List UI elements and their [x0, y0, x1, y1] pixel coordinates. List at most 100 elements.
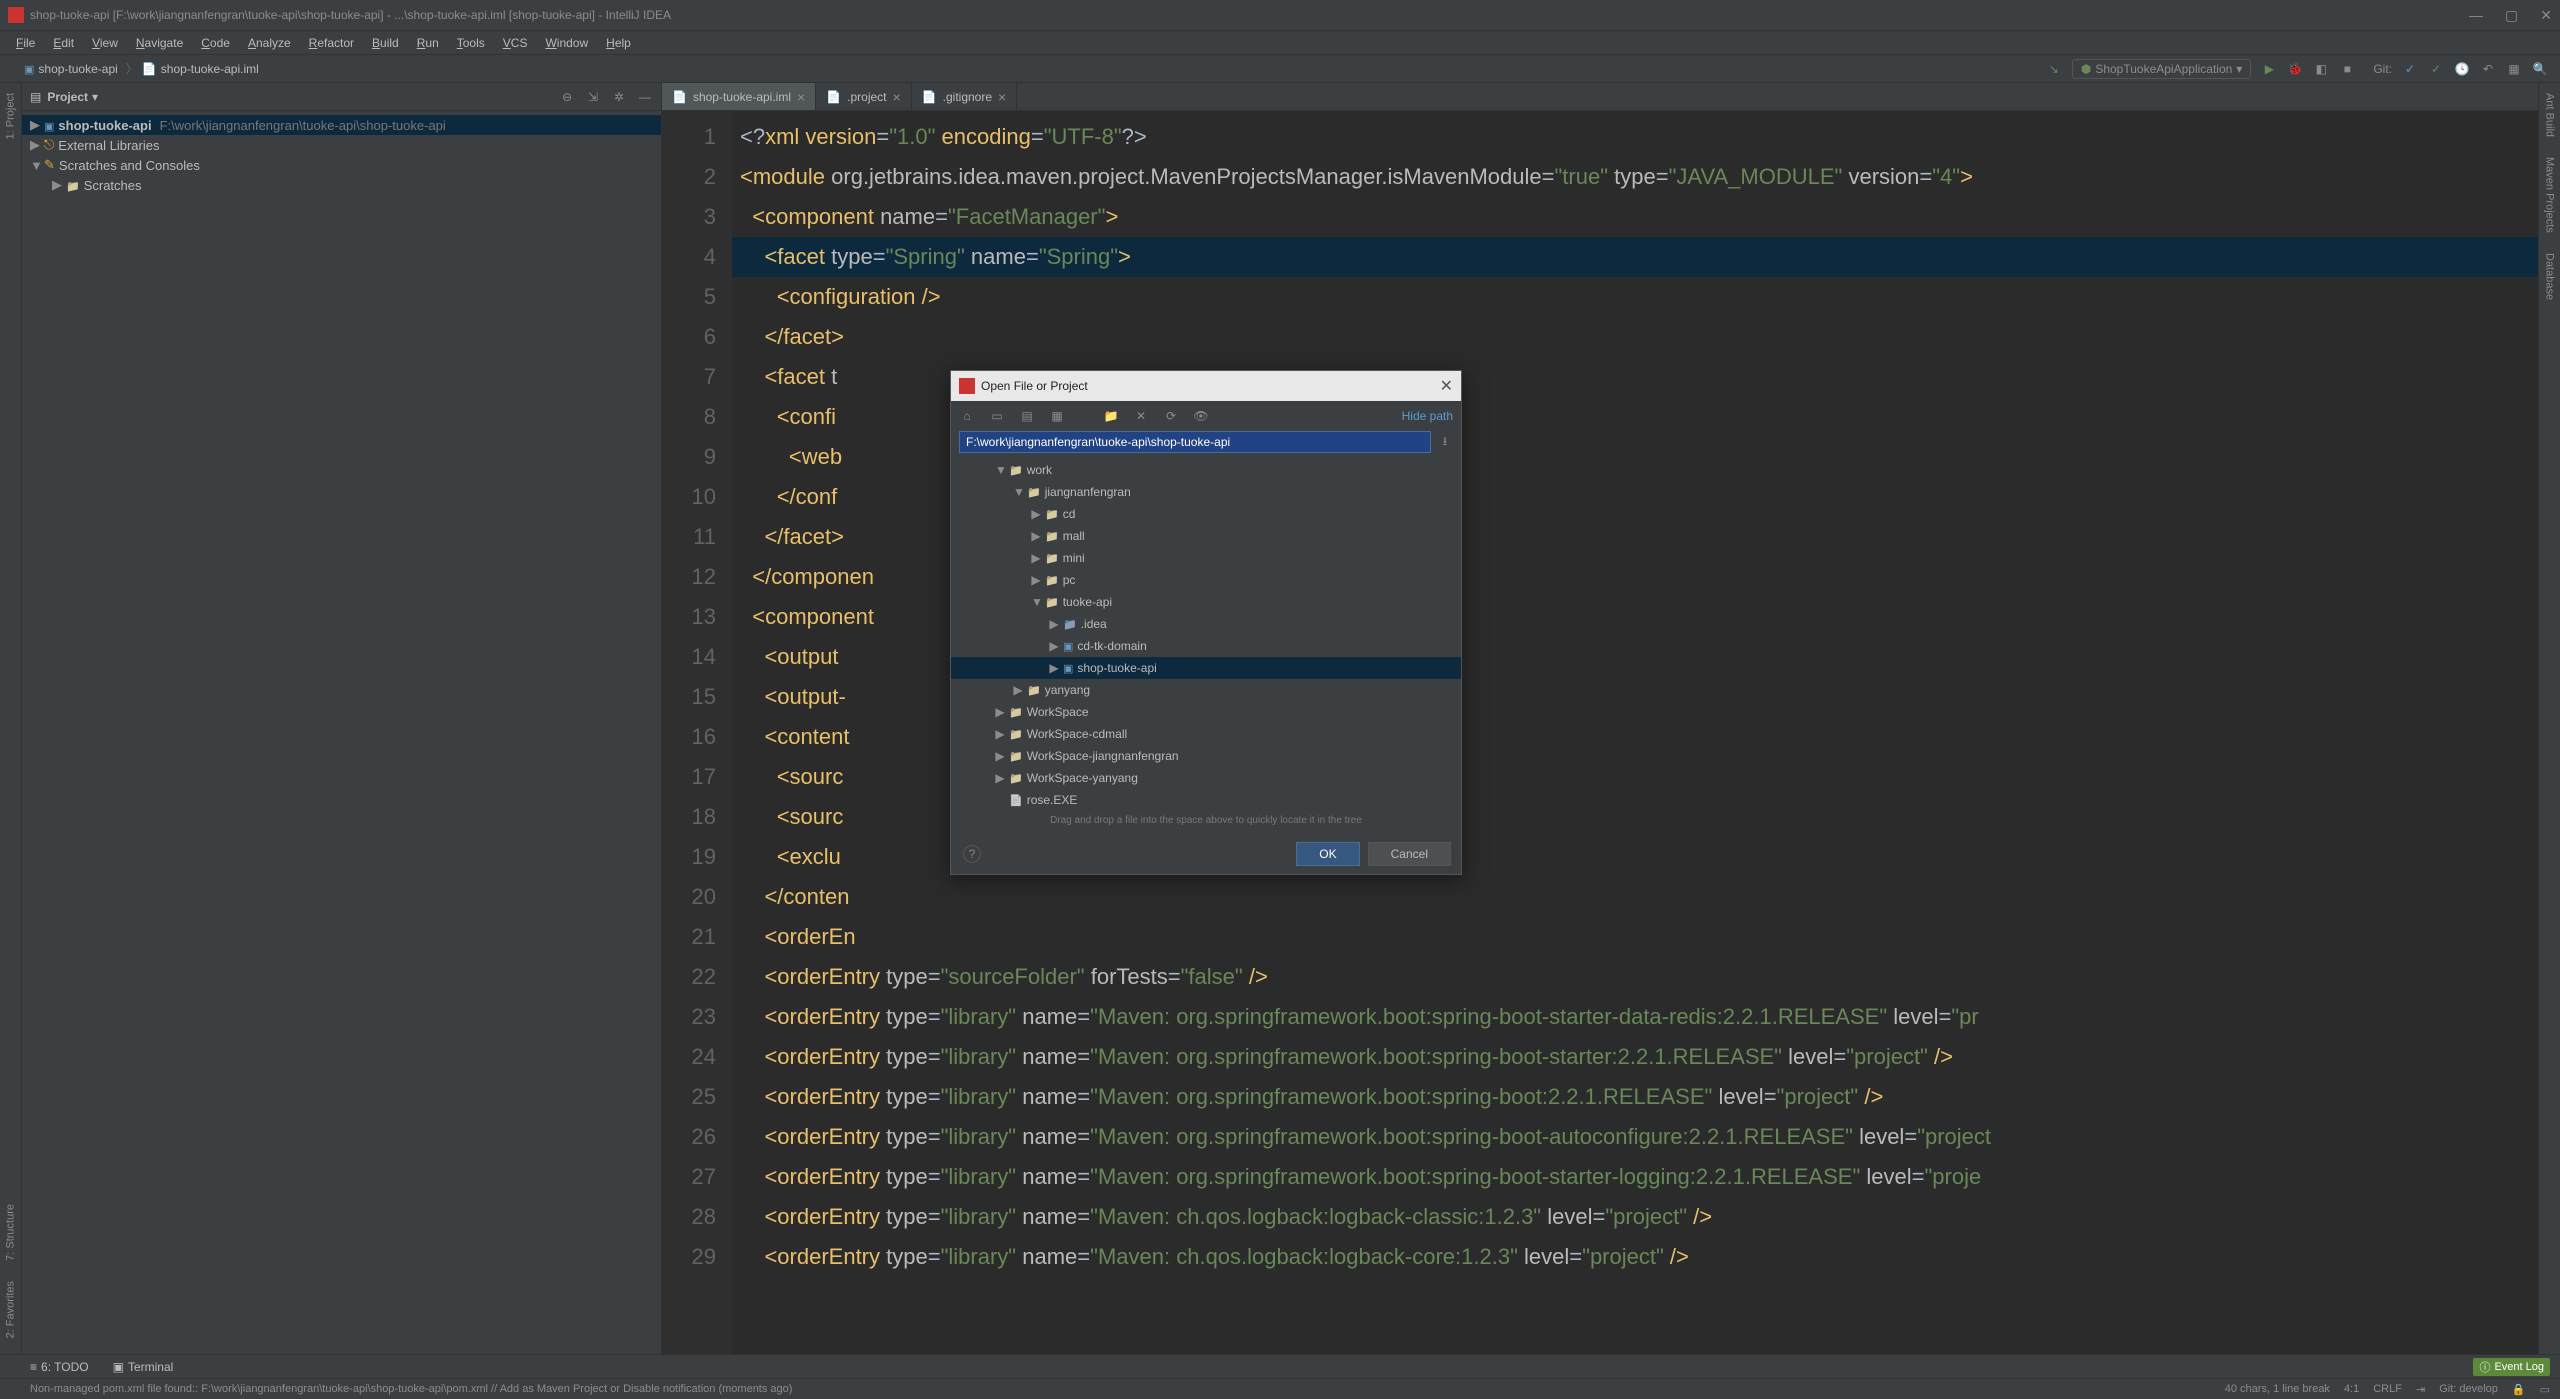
dialog-tree-row[interactable]: rose.EXE: [951, 789, 1461, 811]
tree-arrow-icon[interactable]: ▶: [1031, 551, 1041, 565]
settings-icon[interactable]: ✲: [611, 89, 627, 105]
menu-view[interactable]: View: [84, 34, 126, 52]
tree-arrow-icon[interactable]: ▶: [995, 727, 1005, 741]
menu-window[interactable]: Window: [537, 34, 596, 52]
status-lock-icon[interactable]: 🔒: [2512, 1383, 2526, 1396]
close-button[interactable]: ✕: [2540, 7, 2552, 24]
status-git-branch[interactable]: Git: develop: [2439, 1383, 2498, 1395]
breadcrumb-project[interactable]: shop-tuoke-api: [24, 62, 118, 76]
run-configuration-selector[interactable]: ⬢ ShopTuokeApiApplication ▾: [2072, 59, 2252, 79]
code-line[interactable]: <orderEntry type="library" name="Maven: …: [732, 1037, 2538, 1077]
editor-tab[interactable]: 📄.gitignore×: [912, 83, 1018, 110]
ok-button[interactable]: OK: [1296, 842, 1359, 866]
dialog-tree-row[interactable]: ▶mall: [951, 525, 1461, 547]
code-line[interactable]: <configuration />: [732, 277, 2538, 317]
dialog-tree[interactable]: ▼work▼jiangnanfengran▶cd▶mall▶mini▶pc▼tu…: [951, 459, 1461, 811]
tree-external-libs[interactable]: ▶ ⎋ External Libraries: [22, 135, 661, 155]
status-menu-icon[interactable]: ▭: [2540, 1383, 2550, 1396]
favorites-tool-tab[interactable]: 2: Favorites: [3, 1275, 19, 1344]
expand-arrow-icon[interactable]: ▶: [30, 137, 40, 153]
expand-arrow-icon[interactable]: ▶: [52, 177, 62, 193]
dialog-tree-row[interactable]: ▼tuoke-api: [951, 591, 1461, 613]
dialog-tree-row[interactable]: ▶shop-tuoke-api: [951, 657, 1461, 679]
code-line[interactable]: <orderEntry type="library" name="Maven: …: [732, 1077, 2538, 1117]
dialog-tree-row[interactable]: ▶WorkSpace-cdmall: [951, 723, 1461, 745]
dialog-tree-row[interactable]: ▶cd-tk-domain: [951, 635, 1461, 657]
expand-icon[interactable]: ⇲: [585, 89, 601, 105]
event-log-tab[interactable]: ⓘEvent Log: [2473, 1358, 2550, 1376]
tree-scratches-sub[interactable]: ▶ Scratches: [22, 175, 661, 195]
help-button[interactable]: ?: [963, 845, 981, 863]
menu-run[interactable]: Run: [409, 34, 447, 52]
editor-tab[interactable]: 📄.project×: [816, 83, 912, 110]
tree-arrow-icon[interactable]: ▼: [995, 463, 1005, 477]
terminal-tool-tab[interactable]: ▣Terminal: [113, 1360, 174, 1374]
menu-help[interactable]: Help: [598, 34, 639, 52]
collapse-arrow-icon[interactable]: ▼: [30, 158, 40, 173]
breadcrumb-file[interactable]: 📄 shop-tuoke-api.iml: [142, 62, 259, 76]
dialog-tree-row[interactable]: ▼work: [951, 459, 1461, 481]
status-indent-icon[interactable]: ⇥: [2416, 1383, 2425, 1396]
editor-content[interactable]: 1234567891011121314151617181920212223242…: [662, 111, 2538, 1354]
code-line[interactable]: <?xml version="1.0" encoding="UTF-8"?>: [732, 117, 2538, 157]
search-icon[interactable]: 🔍: [2532, 61, 2548, 77]
code-line[interactable]: <facet type="Spring" name="Spring">: [732, 237, 2538, 277]
tree-arrow-icon[interactable]: ▶: [995, 749, 1005, 763]
git-history-icon[interactable]: 🕓: [2454, 61, 2470, 77]
menu-refactor[interactable]: Refactor: [301, 34, 362, 52]
home-icon[interactable]: ⌂: [959, 408, 975, 424]
code-line[interactable]: </facet>: [732, 317, 2538, 357]
tree-arrow-icon[interactable]: ▶: [1049, 639, 1059, 653]
new-folder-icon[interactable]: 📁: [1103, 408, 1119, 424]
database-tool-tab[interactable]: Database: [2542, 247, 2558, 306]
hide-panel-icon[interactable]: —: [637, 89, 653, 105]
dialog-tree-row[interactable]: ▶.idea: [951, 613, 1461, 635]
tree-root[interactable]: ▶ shop-tuoke-api F:\work\jiangnanfengran…: [22, 115, 661, 135]
close-tab-icon[interactable]: ×: [893, 89, 901, 105]
project-structure-icon[interactable]: ▦: [2506, 61, 2522, 77]
menu-analyze[interactable]: Analyze: [240, 34, 299, 52]
tree-arrow-icon[interactable]: ▼: [1013, 485, 1023, 499]
tree-arrow-icon[interactable]: ▶: [1049, 617, 1059, 631]
tree-arrow-icon[interactable]: ▶: [995, 771, 1005, 785]
menu-tools[interactable]: Tools: [449, 34, 493, 52]
code-line[interactable]: <orderEntry type="library" name="Maven: …: [732, 997, 2538, 1037]
menu-build[interactable]: Build: [364, 34, 407, 52]
project-tool-tab[interactable]: 1: Project: [3, 87, 19, 145]
dialog-close-button[interactable]: ✕: [1440, 376, 1453, 396]
menu-file[interactable]: File: [8, 34, 43, 52]
tree-arrow-icon[interactable]: ▶: [1049, 661, 1059, 675]
editor-tab[interactable]: 📄shop-tuoke-api.iml×: [662, 83, 816, 110]
menu-edit[interactable]: Edit: [45, 34, 82, 52]
git-revert-icon[interactable]: ↶: [2480, 61, 2496, 77]
code-line[interactable]: <orderEntry type="library" name="Maven: …: [732, 1197, 2538, 1237]
status-position[interactable]: 4:1: [2344, 1383, 2359, 1395]
code-line[interactable]: <module org.jetbrains.idea.maven.project…: [732, 157, 2538, 197]
refresh-icon[interactable]: ⟳: [1163, 408, 1179, 424]
coverage-button[interactable]: ◧: [2313, 61, 2329, 77]
project-panel-title[interactable]: Project: [47, 90, 88, 104]
project-view-icon[interactable]: ▤: [30, 90, 41, 104]
tree-arrow-icon[interactable]: ▶: [1031, 573, 1041, 587]
debug-button[interactable]: 🐞: [2287, 61, 2303, 77]
delete-icon[interactable]: ✕: [1133, 408, 1149, 424]
code-line[interactable]: <orderEntry type="sourceFolder" forTests…: [732, 957, 2538, 997]
dialog-tree-row[interactable]: ▶yanyang: [951, 679, 1461, 701]
run-button[interactable]: ▶: [2261, 61, 2277, 77]
minimize-button[interactable]: —: [2469, 7, 2483, 24]
expand-arrow-icon[interactable]: ▶: [30, 117, 40, 133]
dialog-tree-row[interactable]: ▶cd: [951, 503, 1461, 525]
close-tab-icon[interactable]: ×: [998, 89, 1006, 105]
close-tab-icon[interactable]: ×: [797, 89, 805, 105]
maven-tool-tab[interactable]: Maven Projects: [2542, 151, 2558, 239]
module-nav-icon[interactable]: ▦: [1049, 408, 1065, 424]
cancel-button[interactable]: Cancel: [1368, 842, 1451, 866]
chevron-down-icon[interactable]: ▾: [92, 90, 98, 104]
git-commit-icon[interactable]: ✓: [2428, 61, 2444, 77]
ant-tool-tab[interactable]: Ant Build: [2542, 87, 2558, 143]
git-update-icon[interactable]: ✓: [2402, 61, 2418, 77]
show-hidden-icon[interactable]: 👁: [1193, 408, 1209, 424]
project-icon[interactable]: ▤: [1019, 408, 1035, 424]
dialog-tree-row[interactable]: ▼jiangnanfengran: [951, 481, 1461, 503]
tree-scratches[interactable]: ▼ ✎ Scratches and Consoles: [22, 155, 661, 175]
